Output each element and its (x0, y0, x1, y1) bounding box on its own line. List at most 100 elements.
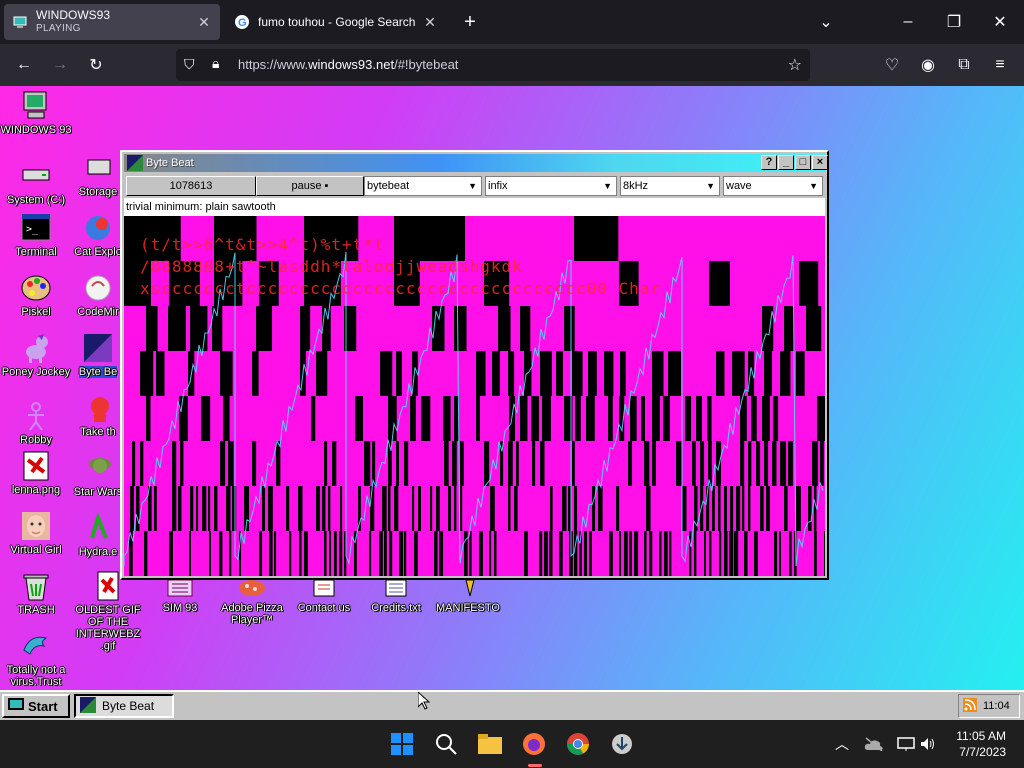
bookmark-star-icon[interactable]: ☆ (788, 55, 802, 75)
pony-icon (20, 332, 52, 364)
tracking-shield-icon[interactable]: ⛉ (184, 56, 195, 73)
close-window-icon[interactable]: ✕ (984, 6, 1016, 38)
desktop-icon-sim93[interactable]: SIM 93 (144, 579, 216, 614)
waveform-visualizer[interactable]: (t/t>>6^t&t>>4^t)%t+t*t/8888888+t^~lasdd… (124, 216, 825, 576)
window-title: Byte Beat (146, 157, 194, 169)
desktop-icon-totally-not-a-virus[interactable]: Totally not a virus.Trust (0, 630, 72, 688)
mode-select[interactable]: bytebeat ▼ (364, 176, 482, 196)
icon-label: Terminal (15, 246, 57, 258)
hydra-icon (82, 511, 114, 544)
chevron-down-icon: ▼ (706, 181, 715, 191)
start-label: Start (28, 698, 58, 714)
icon-label: Credits.txt (371, 602, 421, 614)
pocket-icon[interactable]: ♡ (876, 49, 908, 81)
trash-icon (20, 570, 52, 602)
icon-label: Cat Explo (74, 246, 122, 258)
terminal-icon: >_ (20, 212, 52, 244)
chrome-icon[interactable] (564, 730, 592, 758)
desktop-icon-adobe-pizza-player[interactable]: Adobe Pizza Player™ (216, 580, 288, 626)
minimize-icon[interactable]: – (892, 6, 924, 38)
restore-icon[interactable]: ❐ (938, 6, 970, 38)
close-tab-icon[interactable]: ✕ (422, 14, 438, 30)
icon-label: Byte Be (78, 366, 118, 378)
lock-icon[interactable]: 🔒︎ (212, 55, 219, 72)
start-button[interactable]: Start (2, 694, 70, 718)
url-prefix: https://www. (238, 57, 309, 72)
time-counter-button[interactable]: 1078613 (126, 176, 256, 196)
show-hidden-icons-chevron-icon[interactable]: ︿ (828, 730, 856, 758)
desktop-icon-oldest-gif[interactable]: OLDEST GIF OF THE INTERWEBZ .gif (72, 570, 144, 652)
formula-line: (t/t>>6^t&t>>4^t)%t+t*t (140, 235, 385, 254)
reload-icon[interactable]: ↻ (80, 49, 112, 81)
rss-icon[interactable] (963, 697, 977, 715)
desktop-icon-trash[interactable]: TRASH (0, 570, 72, 616)
codemirror-icon (82, 272, 114, 304)
os-taskbar: ︿ 11:05 AM 7/7/2023 (0, 720, 1024, 768)
sample-rate-select[interactable]: 8kHz ▼ (620, 176, 720, 196)
menu-icon[interactable]: ≡ (984, 49, 1016, 81)
notation-select[interactable]: infix ▼ (485, 176, 617, 196)
desktop-icon-windows93[interactable]: WINDOWS 93 (0, 90, 72, 136)
icon-label: WINDOWS 93 (0, 124, 72, 136)
help-button[interactable]: ? (761, 155, 777, 170)
url-text[interactable]: https://www.windows93.net/#!bytebeat (238, 57, 458, 72)
icon-label: TRASH (17, 604, 55, 616)
bytebeat-window-icon (127, 155, 143, 174)
back-icon[interactable]: ← (8, 49, 40, 81)
account-icon[interactable]: ◉ (912, 49, 944, 81)
icon-label: Storage (78, 186, 118, 198)
icon-label: Totally not a virus.Trust (6, 664, 66, 688)
desktop-icon-manifesto[interactable]: MANIFESTO (432, 579, 504, 614)
onedrive-icon[interactable] (860, 730, 888, 758)
minimize-button[interactable]: _ (778, 155, 794, 170)
icon-label: CodeMir (77, 306, 119, 318)
icon-label: lenna.png (11, 484, 61, 496)
pizza-icon (236, 580, 268, 600)
clock-date: 7/7/2023 (959, 745, 1006, 759)
icon-label: Hydra.e (78, 546, 118, 558)
bytebeat-toolbar: 1078613 pause ▪ bytebeat ▼ infix ▼ 8kHz ▼ w… (124, 174, 825, 196)
icon-label: MANIFESTO (436, 602, 500, 614)
icon-label: Virtual Girl (10, 544, 62, 556)
bytebeat-task-icon (80, 696, 96, 716)
close-button[interactable]: × (812, 155, 828, 170)
dolphin-icon (20, 630, 52, 662)
formula-editor[interactable]: (t/t>>6^t&t>>4^t)%t+t*t/8888888+t^~lasdd… (140, 234, 661, 300)
taskbar-item-byte-beat[interactable]: Byte Beat (74, 694, 174, 718)
search-icon[interactable] (432, 730, 460, 758)
maximize-button[interactable]: □ (795, 155, 811, 170)
google-favicon-icon: G (234, 14, 250, 30)
volume-icon[interactable] (914, 730, 942, 758)
tab-title: WINDOWS93 (36, 8, 111, 22)
tab-playing-label: PLAYING (36, 23, 81, 34)
windows-start-icon[interactable] (388, 730, 416, 758)
os-clock[interactable]: 11:05 AM 7/7/2023 (956, 728, 1006, 760)
file-explorer-icon[interactable] (476, 730, 504, 758)
image-icon (20, 450, 52, 482)
display-mode-select-value: wave (726, 180, 752, 192)
tab-google-search[interactable]: G fumo touhou - Google Search ✕ (226, 4, 446, 40)
close-tab-icon[interactable]: ✕ (196, 14, 212, 30)
desktop-icon-credits[interactable]: Credits.txt (360, 579, 432, 614)
firefox-icon[interactable] (520, 730, 548, 758)
task-label: Byte Beat (102, 699, 155, 713)
icon-label: System (C:) (6, 194, 66, 206)
forward-icon[interactable]: → (44, 49, 76, 81)
url-path: /#!bytebeat (394, 57, 459, 72)
display-mode-select[interactable]: wave ▼ (723, 176, 823, 196)
url-bar[interactable]: ⛉ 🔒︎ https://www.windows93.net/#!bytebea… (176, 49, 810, 81)
desktop-icon-contact-us[interactable]: Contact us (288, 579, 360, 614)
pause-button[interactable]: pause ▪ (256, 176, 364, 196)
installer-icon[interactable] (608, 730, 636, 758)
preset-description: trivial minimum: plain sawtooth (124, 198, 825, 216)
icon-label: Robby (20, 434, 52, 446)
extensions-icon[interactable]: ⧉ (948, 49, 980, 81)
browser-tab-strip: WINDOWS93 PLAYING ✕ G fumo touhou - Goog… (0, 0, 1024, 44)
new-tab-icon[interactable]: + (454, 6, 486, 38)
list-tabs-chevron-icon[interactable]: ⌄ (810, 6, 842, 38)
yoda-icon (82, 452, 114, 484)
svg-text:>_: >_ (26, 224, 39, 235)
tray-clock: 11:04 (983, 700, 1010, 712)
window-title-bar[interactable]: Byte Beat ? _ □ × (124, 154, 828, 174)
tab-windows93[interactable]: WINDOWS93 PLAYING ✕ (4, 4, 220, 40)
